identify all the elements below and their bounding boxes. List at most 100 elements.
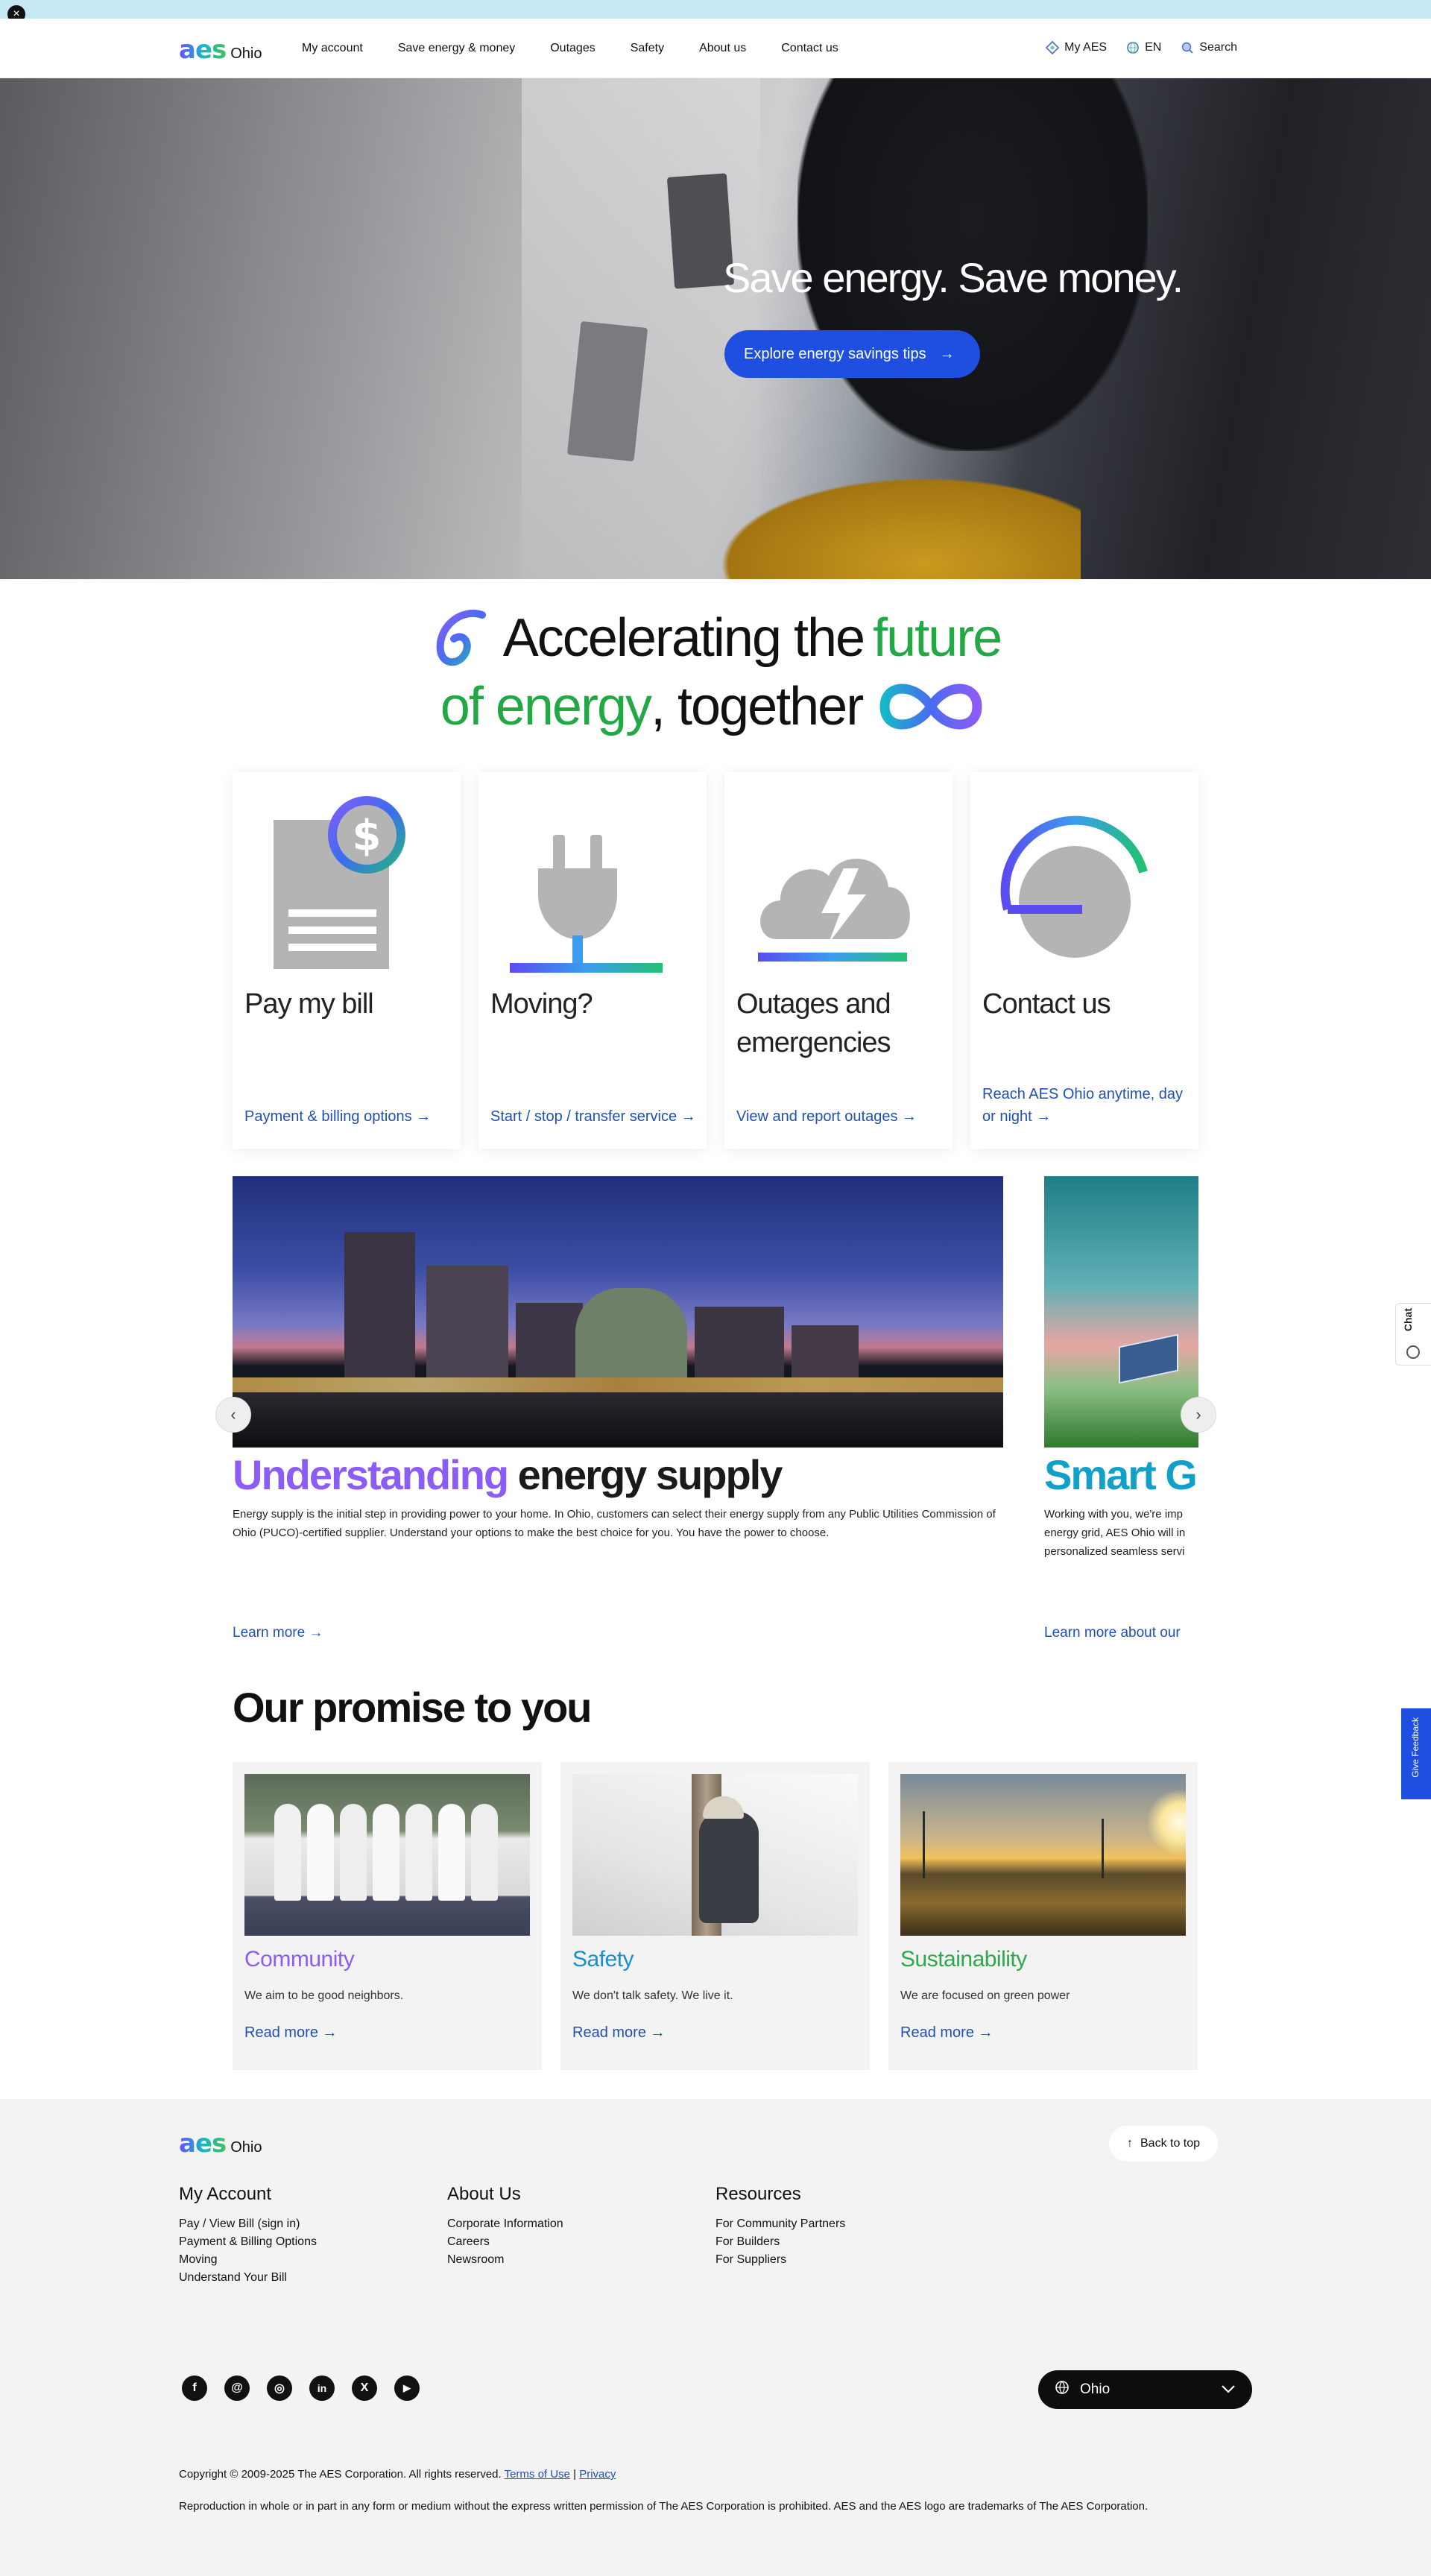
hero-banner: Save energy. Save money. Explore energy … — [0, 78, 1431, 579]
separator: | — [573, 2468, 577, 2481]
language-label: EN — [1145, 41, 1162, 54]
tagline-line-1: Accelerating the future — [0, 604, 1431, 672]
read-more-link[interactable]: Read more → — [244, 2024, 338, 2042]
footer-link[interactable]: Corporate Information — [447, 2215, 563, 2233]
slide-image-solar-panel — [1044, 1176, 1198, 1448]
learn-more-link[interactable]: Learn more → — [233, 1625, 323, 1641]
language-selector[interactable]: EN — [1126, 41, 1161, 54]
hero-image-sweater — [693, 466, 1081, 579]
tagline-line-2: of energy, together — [0, 672, 1431, 741]
chevron-left-icon: ‹ — [230, 1405, 236, 1424]
read-more-link[interactable]: Read more → — [900, 2024, 994, 2042]
instagram-icon[interactable]: ◎ — [267, 2375, 292, 2401]
my-aes-link[interactable]: My AES — [1046, 41, 1107, 54]
storm-cloud-icon — [758, 859, 910, 962]
back-to-top-button[interactable]: ↑ Back to top — [1109, 2126, 1219, 2162]
search-label: Search — [1199, 41, 1237, 54]
community-photo — [244, 1774, 530, 1936]
footer-link[interactable]: Moving — [179, 2251, 317, 2269]
footer-logo[interactable]: aes Ohio — [179, 2129, 262, 2159]
plug-icon — [510, 835, 663, 973]
explore-tips-label: Explore energy savings tips — [744, 345, 926, 362]
card-title: Moving? — [490, 988, 593, 1020]
footer-link[interactable]: Careers — [447, 2233, 563, 2251]
nav-my-account[interactable]: My account — [302, 42, 363, 55]
tagline-part-3: of energy — [440, 677, 652, 736]
globe-icon — [1126, 41, 1140, 54]
footer-link[interactable]: For Builders — [716, 2233, 845, 2251]
card-contact[interactable]: Contact us Reach AES Ohio anytime, day o… — [970, 772, 1198, 1149]
site-logo[interactable]: aes Ohio — [179, 35, 262, 65]
card-title: Outages and emergencies — [736, 988, 891, 1058]
promise-cards: Community We aim to be good neighbors. R… — [233, 1762, 1198, 2070]
card-outages[interactable]: Outages and emergencies View and report … — [724, 772, 953, 1149]
payment-options-link[interactable]: Payment & billing options → — [244, 1105, 453, 1128]
promise-card-sustainability[interactable]: Sustainability We are focused on green p… — [888, 1762, 1198, 2070]
footer-heading: Resources — [716, 2184, 801, 2204]
nav-outages[interactable]: Outages — [550, 42, 595, 55]
privacy-link[interactable]: Privacy — [579, 2468, 616, 2481]
chat-tab[interactable]: Chat — [1395, 1303, 1431, 1366]
transfer-service-link[interactable]: Start / stop / transfer service → — [490, 1105, 699, 1128]
explore-tips-button[interactable]: Explore energy savings tips → — [724, 330, 980, 378]
reach-us-link[interactable]: Reach AES Ohio anytime, day or night → — [982, 1083, 1191, 1128]
infinity-icon — [879, 684, 982, 730]
swirl-icon — [436, 610, 486, 666]
footer-link[interactable]: Pay / View Bill (sign in) — [179, 2215, 317, 2233]
promise-card-title: Safety — [572, 1947, 634, 1972]
threads-icon[interactable]: @ — [224, 2375, 250, 2401]
logo-mark: aes — [179, 2129, 227, 2159]
promise-card-title: Sustainability — [900, 1947, 1027, 1972]
footer-link[interactable]: For Community Partners — [716, 2215, 845, 2233]
footer-heading: About Us — [447, 2184, 521, 2204]
promise-card-community[interactable]: Community We aim to be good neighbors. R… — [233, 1762, 542, 2070]
terms-link[interactable]: Terms of Use — [505, 2468, 570, 2481]
read-more-link[interactable]: Read more → — [572, 2024, 666, 2042]
facebook-icon[interactable]: f — [182, 2375, 207, 2401]
feedback-tab[interactable]: Give Feedback — [1401, 1708, 1431, 1799]
copyright: Copyright © 2009-2025 The AES Corporatio… — [179, 2468, 616, 2481]
diamond-icon — [1046, 41, 1060, 54]
social-links: f @ ◎ in X ▶ — [182, 2375, 420, 2401]
card-moving[interactable]: Moving? Start / stop / transfer service … — [478, 772, 707, 1149]
carousel-next-button[interactable]: › — [1181, 1397, 1216, 1433]
card-title: Pay my bill — [244, 988, 374, 1020]
slide-description: Working with you, we're imp energy grid,… — [1044, 1508, 1186, 1558]
my-aes-label: My AES — [1064, 41, 1108, 54]
footer-column-my-account: My Account Pay / View Bill (sign in) Pay… — [179, 2184, 317, 2287]
chat-bubble-icon — [1406, 1345, 1420, 1359]
nav-contact-us[interactable]: Contact us — [781, 42, 838, 55]
linkedin-icon[interactable]: in — [309, 2375, 335, 2401]
carousel-prev-button[interactable]: ‹ — [215, 1397, 251, 1433]
footer-link[interactable]: For Suppliers — [716, 2251, 845, 2269]
promise-card-desc: We are focused on green power — [900, 1989, 1070, 2002]
x-icon[interactable]: X — [352, 2375, 377, 2401]
back-to-top-label: Back to top — [1140, 2137, 1201, 2150]
arrow-right-icon: → — [939, 345, 955, 362]
hero-image-switch — [566, 321, 648, 462]
promise-card-desc: We don't talk safety. We live it. — [572, 1989, 733, 2002]
slide-title: Understanding energy supply — [233, 1451, 783, 1498]
feedback-label: Give Feedback — [1410, 1717, 1421, 1778]
headset-icon — [1000, 815, 1148, 958]
nav-save-energy[interactable]: Save energy & money — [398, 42, 515, 55]
card-pay-bill[interactable]: $ Pay my bill Payment & billing options … — [233, 772, 461, 1149]
region-selector[interactable]: Ohio — [1038, 2370, 1252, 2409]
search-link[interactable]: Search — [1181, 41, 1237, 54]
nav-about-us[interactable]: About us — [699, 42, 746, 55]
slide-image-city-night — [233, 1176, 1003, 1448]
nav-safety[interactable]: Safety — [631, 42, 664, 55]
promise-card-safety[interactable]: Safety We don't talk safety. We live it.… — [560, 1762, 870, 2070]
logo-text: Ohio — [230, 2139, 262, 2156]
learn-more-smart-grid-link[interactable]: Learn more about our — [1044, 1625, 1181, 1641]
report-outages-link[interactable]: View and report outages → — [736, 1105, 945, 1128]
footer-link[interactable]: Payment & Billing Options — [179, 2233, 317, 2251]
promise-card-desc: We aim to be good neighbors. — [244, 1989, 404, 2002]
slide-title: Smart Gri — [1044, 1451, 1198, 1498]
arrow-up-icon: ↑ — [1127, 2137, 1133, 2150]
footer-link[interactable]: Newsroom — [447, 2251, 563, 2269]
footer-link[interactable]: Understand Your Bill — [179, 2269, 317, 2287]
promise-title: Our promise to you — [233, 1684, 592, 1731]
reproduction-notice: Reproduction in whole or in part in any … — [179, 2500, 1149, 2513]
youtube-icon[interactable]: ▶ — [394, 2375, 420, 2401]
